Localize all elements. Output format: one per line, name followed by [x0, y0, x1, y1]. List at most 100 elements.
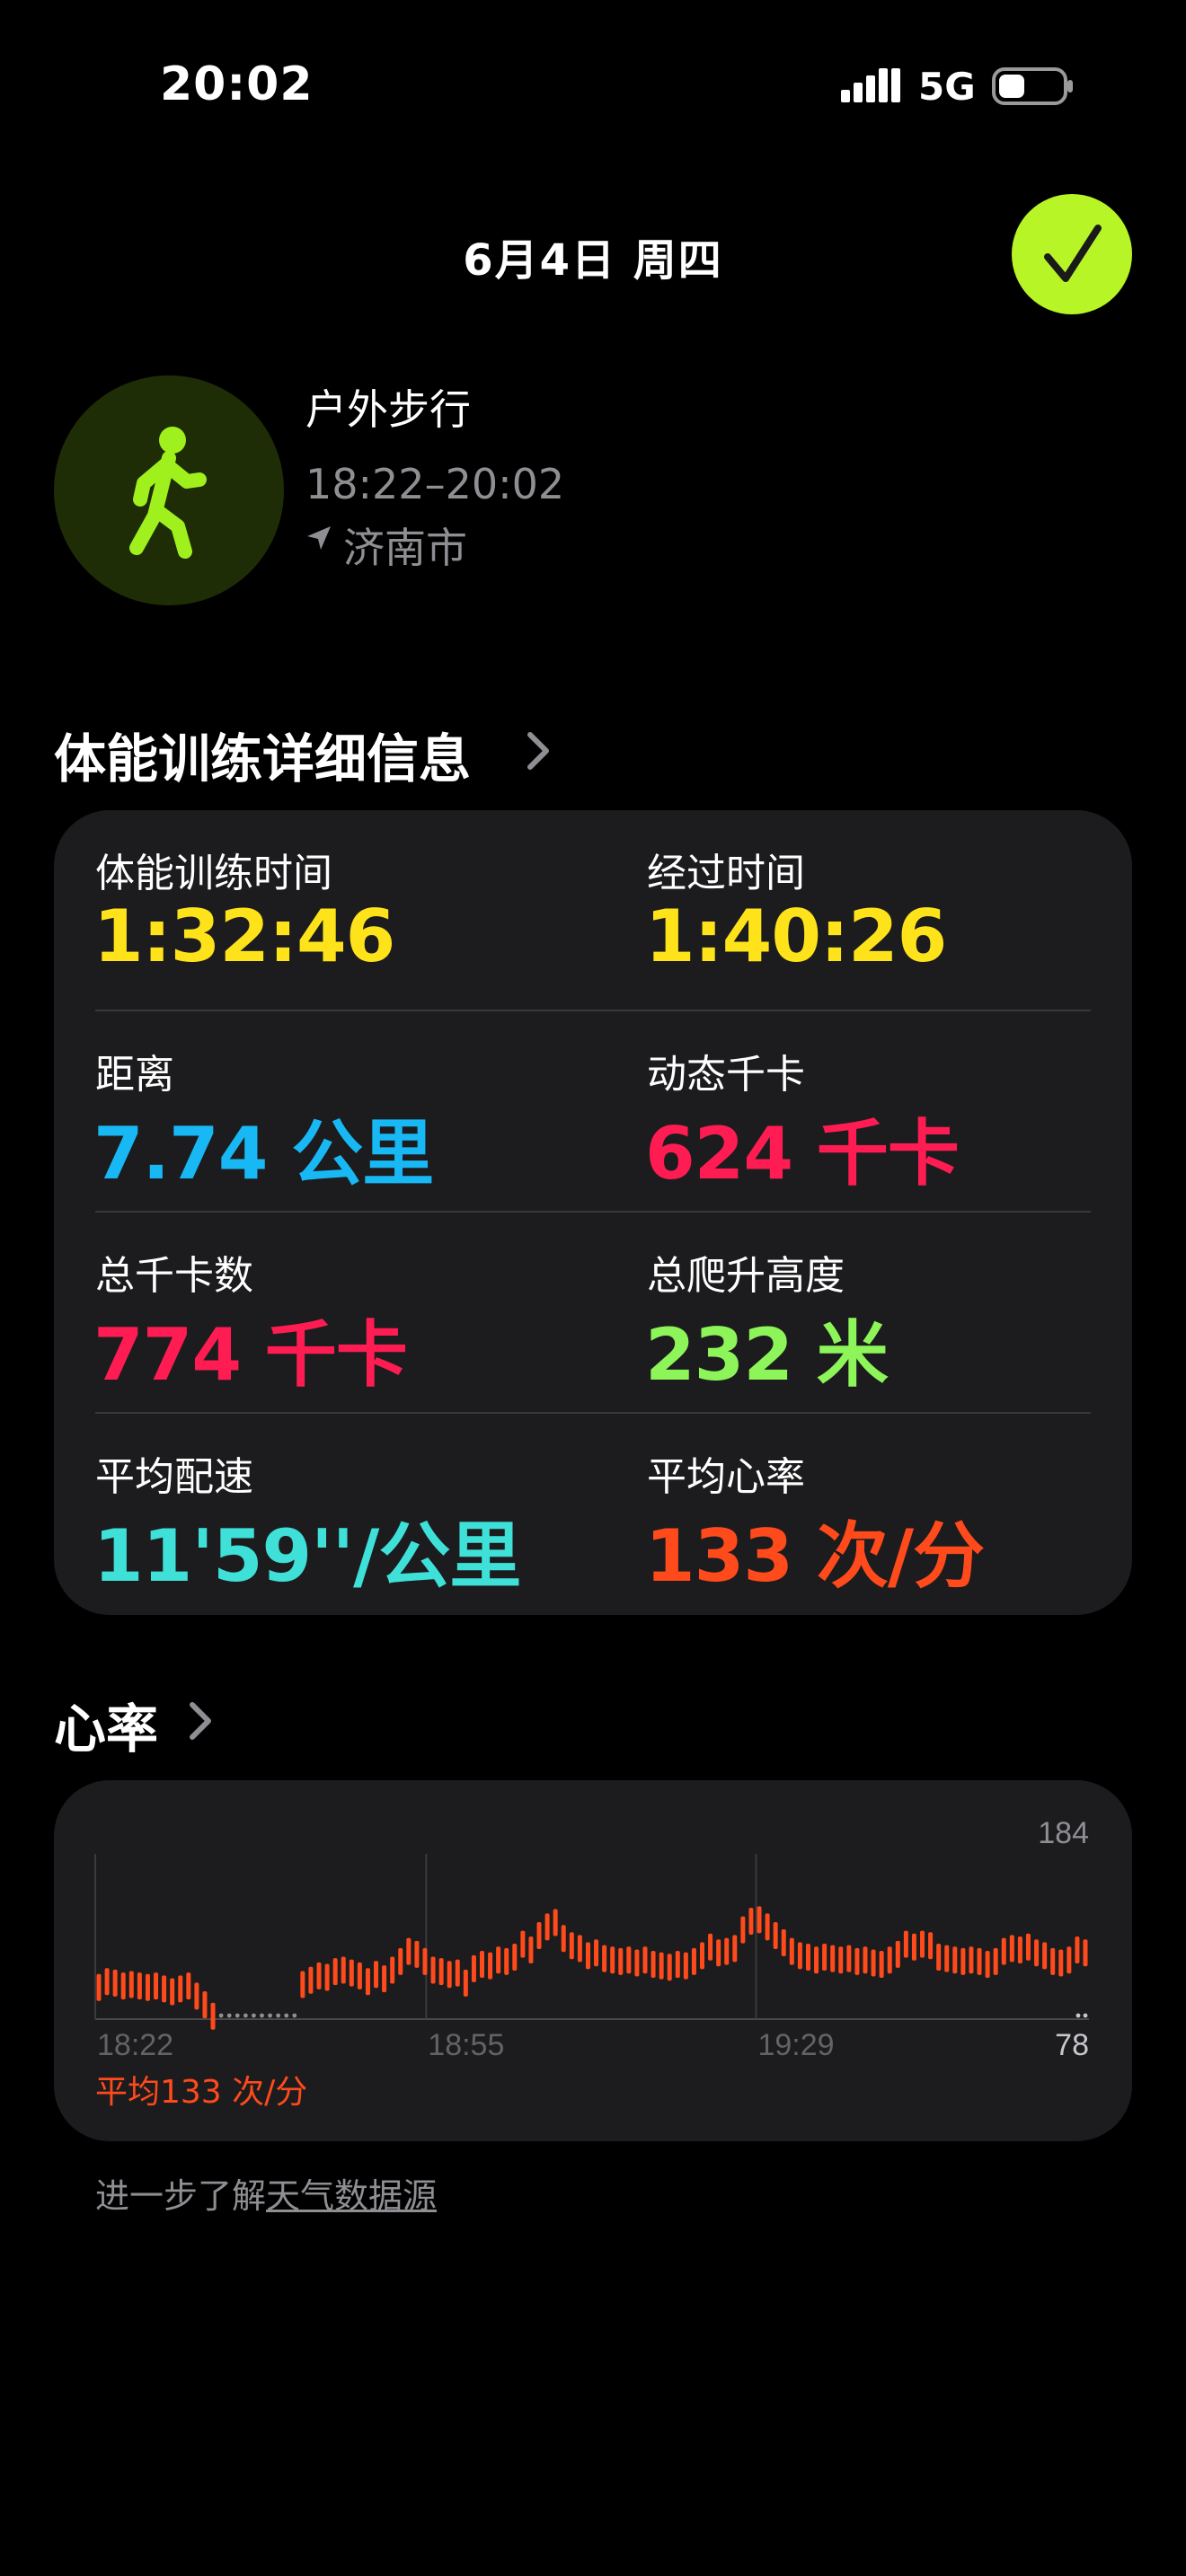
- chart-gap-dot: [1083, 2013, 1088, 2018]
- heart-rate-bar: [969, 1946, 974, 1974]
- heart-rate-bar: [112, 1969, 118, 1997]
- heart-rate-bar: [137, 1972, 142, 2000]
- heart-rate-bar: [528, 1936, 534, 1964]
- heart-rate-bar: [1034, 1939, 1040, 1967]
- workout-date: 6月4日 周四: [463, 235, 723, 286]
- heart-rate-bar: [642, 1946, 648, 1974]
- heart-rate-bar: [561, 1925, 566, 1953]
- heart-rate-bar: [170, 1978, 175, 2006]
- weather-source-link[interactable]: 天气数据源: [266, 2176, 437, 2216]
- heart-rate-bar: [1042, 1942, 1048, 1970]
- heart-rate-bar: [186, 1972, 191, 2000]
- heart-rate-bar: [659, 1952, 664, 1980]
- chart-gap-dot: [218, 2013, 224, 2018]
- chart-gap-dot: [1075, 2013, 1081, 2018]
- checkmark-icon: [1044, 225, 1102, 282]
- heart-rate-bar: [414, 1940, 420, 1968]
- x-tick-label: 18:55: [428, 2028, 504, 2062]
- heart-rate-bar: [154, 1972, 159, 2000]
- heart-rate-bar: [447, 1961, 452, 1989]
- heart-rate-bar: [202, 1990, 208, 2018]
- heart-rate-bar: [585, 1942, 590, 1970]
- metric-value: 11'59''/公里: [93, 1514, 521, 1598]
- heart-rate-bar: [1025, 1933, 1031, 1961]
- metric-value: 232 米: [645, 1313, 889, 1397]
- heart-rate-title[interactable]: 心率: [54, 1687, 158, 1762]
- heart-rate-bar: [863, 1946, 868, 1974]
- heart-rate-bar: [145, 1973, 150, 2001]
- heart-rate-bar: [814, 1946, 819, 1974]
- metric-label: 总千卡数: [95, 1253, 253, 1299]
- heart-rate-bar: [332, 1958, 338, 1986]
- heart-rate-bar: [406, 1937, 412, 1965]
- heart-rate-bar: [879, 1951, 884, 1979]
- heart-rate-bar: [553, 1909, 558, 1936]
- metric-value: 133 次/分: [645, 1514, 985, 1598]
- heart-rate-bar: [316, 1962, 322, 1989]
- heart-rate-bar: [667, 1954, 672, 1981]
- heart-rate-bar: [390, 1956, 395, 1984]
- heart-rate-bar: [748, 1907, 754, 1935]
- heart-rate-bar: [936, 1944, 942, 1972]
- chevron-right-icon: [527, 732, 549, 770]
- weather-source-note: 进一步了解天气数据源: [95, 2168, 437, 2218]
- heart-rate-bar: [520, 1930, 526, 1958]
- heart-rate-bar: [887, 1946, 892, 1974]
- metric-label: 体能训练时间: [95, 851, 332, 896]
- metric-label: 距离: [95, 1052, 174, 1098]
- heart-rate-bar: [1075, 1936, 1080, 1964]
- heart-rate-bar: [773, 1921, 778, 1949]
- heart-rate-bar: [716, 1939, 721, 1967]
- heart-rate-bar: [398, 1947, 403, 1975]
- heart-rate-bar: [194, 1982, 199, 2010]
- x-tick-label: 18:22: [97, 2028, 173, 2062]
- heart-rate-bar: [871, 1949, 876, 1977]
- heart-rate-bar: [438, 1958, 444, 1986]
- heart-rate-bar: [471, 1954, 476, 1982]
- heart-rate-bar: [691, 1947, 696, 1975]
- chevron-right-icon: [190, 1702, 211, 1740]
- heart-rate-bar: [504, 1947, 509, 1975]
- heart-rate-bar: [463, 1969, 468, 1997]
- heart-rate-bar: [700, 1942, 705, 1970]
- location-arrow-icon: [307, 526, 331, 550]
- y-min-label: 78: [1055, 2028, 1089, 2062]
- heart-rate-bar: [422, 1947, 428, 1975]
- heart-rate-bar: [1067, 1946, 1072, 1974]
- heart-rate-bar: [455, 1959, 460, 1987]
- heart-rate-bar: [920, 1930, 925, 1958]
- heart-rate-bar: [985, 1951, 990, 1979]
- metric-value: 1:32:46: [93, 895, 395, 978]
- divider: [95, 1412, 1091, 1414]
- heart-rate-bar: [944, 1945, 950, 1972]
- heart-rate-bar: [789, 1937, 794, 1965]
- chart-gap-dot: [260, 2013, 264, 2018]
- chart-gap-dot: [235, 2013, 240, 2018]
- heart-rate-bar: [128, 1971, 134, 1998]
- cellular-signal-icon: [841, 68, 900, 102]
- heart-rate-bar: [569, 1932, 574, 1960]
- metric-label: 平均心率: [647, 1454, 805, 1500]
- heart-rate-bar: [765, 1913, 770, 1941]
- heart-rate-bar: [308, 1966, 314, 1994]
- heart-rate-bar: [895, 1940, 900, 1968]
- done-button[interactable]: [1012, 194, 1132, 314]
- heart-rate-bar: [300, 1971, 305, 1998]
- heart-rate-bar: [120, 1972, 126, 2000]
- workout-details-title[interactable]: 体能训练详细信息: [54, 717, 471, 792]
- heart-rate-bar: [382, 1965, 387, 1993]
- heart-rate-bar: [740, 1916, 746, 1944]
- heart-rate-bar: [512, 1944, 518, 1972]
- chart-gap-dot: [292, 2013, 297, 2018]
- heart-rate-bar: [341, 1956, 346, 1984]
- status-time: 20:02: [160, 57, 314, 111]
- heart-rate-bar: [724, 1937, 730, 1965]
- heart-rate-bar: [846, 1945, 852, 1972]
- heart-rate-bar: [577, 1935, 582, 1963]
- divider: [95, 1010, 1091, 1011]
- heart-rate-bar: [536, 1921, 542, 1949]
- heart-rate-bar: [210, 2002, 216, 2030]
- chart-gap-dot: [252, 2013, 256, 2018]
- workout-location: 济南市: [343, 524, 467, 572]
- y-max-label: 184: [1038, 1816, 1089, 1850]
